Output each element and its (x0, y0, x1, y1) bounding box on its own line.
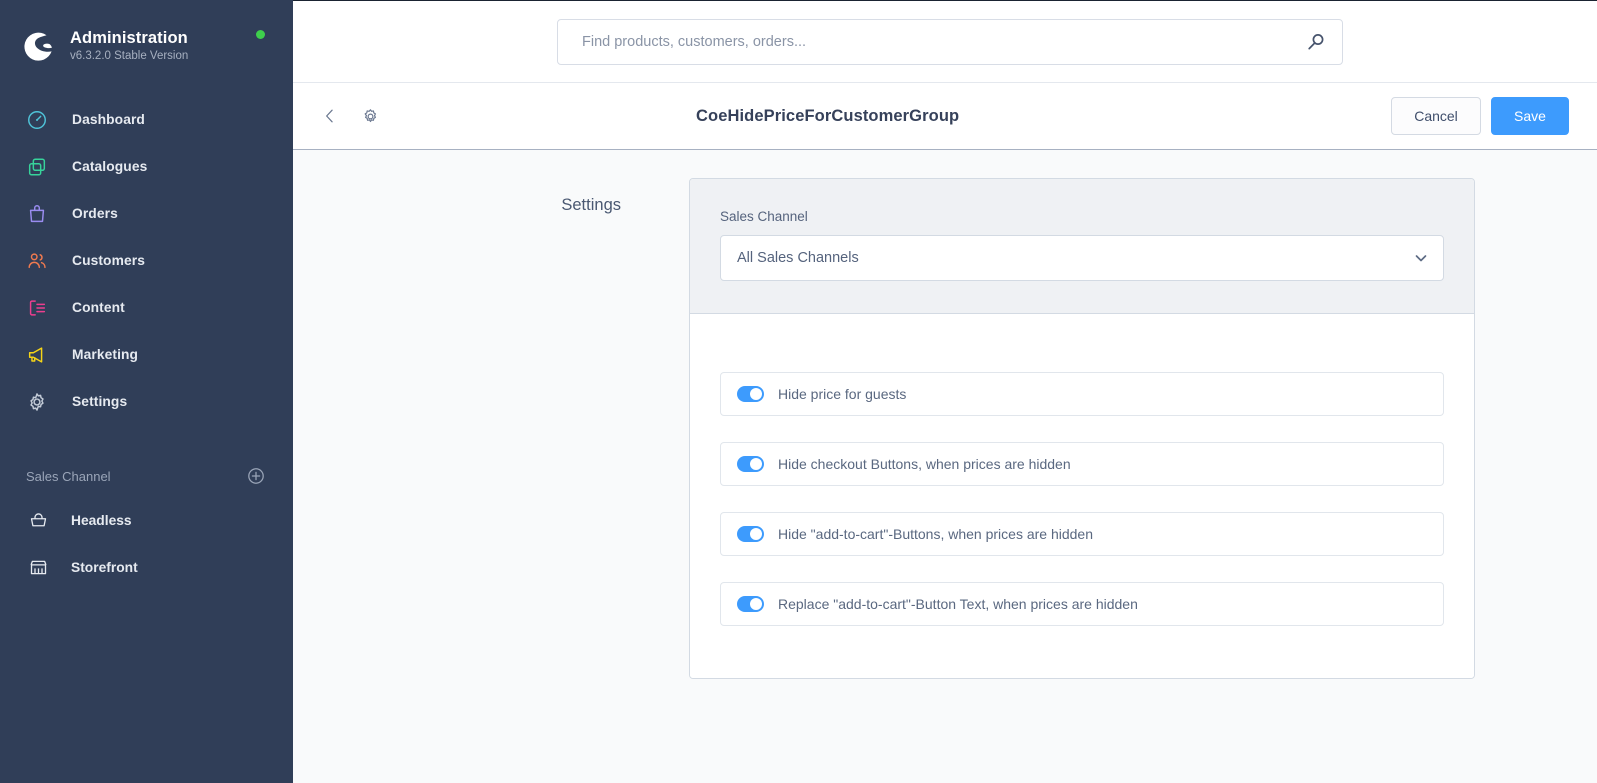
toggle-label: Replace "add-to-cart"-Button Text, when … (778, 596, 1138, 612)
app-root: Administration v6.3.2.0 Stable Version D… (0, 0, 1597, 783)
toolbar-left (317, 103, 383, 129)
main-area: CoeHidePriceForCustomerGroup Cancel Save… (293, 0, 1597, 783)
marketing-megaphone-icon (24, 342, 50, 368)
sidebar: Administration v6.3.2.0 Stable Version D… (0, 0, 293, 783)
chevron-down-icon[interactable] (1413, 250, 1429, 266)
catalogues-copy-icon (24, 154, 50, 180)
brand-title: Administration (70, 28, 188, 47)
search-input[interactable] (582, 33, 1306, 50)
sidebar-item-label: Marketing (72, 347, 139, 362)
settings-row: Settings Sales Channel All Sales Channel… (293, 178, 1597, 679)
toggle-row-hide-add-to-cart-buttons[interactable]: Hide "add-to-cart"-Buttons, when prices … (720, 512, 1444, 556)
sidebar-channel-label: Storefront (71, 560, 138, 575)
sidebar-item-settings[interactable]: Settings (0, 378, 293, 425)
toggle-row-replace-add-to-cart-text[interactable]: Replace "add-to-cart"-Button Text, when … (720, 582, 1444, 626)
storefront-icon (26, 556, 50, 580)
sidebar-item-customers[interactable]: Customers (0, 237, 293, 284)
toggle-knob (750, 458, 762, 470)
sidebar-item-marketing[interactable]: Marketing (0, 331, 293, 378)
orders-bag-icon (24, 201, 50, 227)
sidebar-item-label: Content (72, 300, 125, 315)
top-search-bar (293, 0, 1597, 82)
search-box[interactable] (557, 18, 1343, 65)
toggle-row-hide-checkout-buttons[interactable]: Hide checkout Buttons, when prices are h… (720, 442, 1444, 486)
brand-header: Administration v6.3.2.0 Stable Version (0, 0, 293, 74)
toggle-switch[interactable] (737, 456, 764, 472)
toggle-knob (750, 528, 762, 540)
sidebar-item-catalogues[interactable]: Catalogues (0, 143, 293, 190)
sales-channel-selected-value: All Sales Channels (737, 250, 859, 266)
page-toolbar: CoeHidePriceForCustomerGroup Cancel Save (293, 82, 1597, 150)
sidebar-item-label: Customers (72, 253, 145, 268)
toggle-switch[interactable] (737, 386, 764, 402)
sidebar-item-label: Dashboard (72, 112, 145, 127)
sidebar-nav: Dashboard Catalogues Orders Customers Co… (0, 96, 293, 425)
toggle-switch[interactable] (737, 526, 764, 542)
toggle-label: Hide checkout Buttons, when prices are h… (778, 456, 1071, 472)
status-indicator-dot (256, 30, 265, 39)
sidebar-item-label: Settings (72, 394, 128, 409)
sales-channel-field-label: Sales Channel (720, 209, 808, 224)
shopware-logo-icon (22, 29, 56, 63)
settings-card: Sales Channel All Sales Channels Hide pr… (689, 178, 1475, 679)
brand-version: v6.3.2.0 Stable Version (70, 50, 189, 63)
sidebar-item-label: Orders (72, 206, 118, 221)
toggle-switch[interactable] (737, 596, 764, 612)
toggle-knob (750, 598, 762, 610)
customers-people-icon (24, 248, 50, 274)
brand-text: Administration v6.3.2.0 Stable Version (70, 28, 188, 64)
sidebar-item-dashboard[interactable]: Dashboard (0, 96, 293, 143)
dashboard-gauge-icon (24, 107, 50, 133)
sales-channel-section-header: Sales Channel (0, 455, 293, 497)
sales-channel-section-title: Sales Channel (26, 468, 111, 484)
sales-channel-select[interactable]: All Sales Channels (720, 235, 1444, 281)
toggle-knob (750, 388, 762, 400)
settings-content: Settings Sales Channel All Sales Channel… (293, 150, 1597, 783)
cancel-button[interactable]: Cancel (1391, 97, 1481, 135)
sidebar-item-label: Catalogues (72, 159, 148, 174)
toggle-row-hide-price-for-guests[interactable]: Hide price for guests (720, 372, 1444, 416)
chevron-left-icon[interactable] (317, 103, 343, 129)
search-icon[interactable] (1306, 32, 1326, 52)
content-list-icon (24, 295, 50, 321)
sales-channel-section: Sales Channel All Sales Channels (690, 179, 1474, 314)
sidebar-item-storefront[interactable]: Storefront (0, 544, 293, 591)
sidebar-item-content[interactable]: Content (0, 284, 293, 331)
sidebar-channel-label: Headless (71, 513, 132, 528)
toggles-section: Hide price for guests Hide checkout Butt… (690, 314, 1474, 678)
plus-circle-icon[interactable] (247, 467, 265, 485)
toggle-label: Hide "add-to-cart"-Buttons, when prices … (778, 526, 1093, 542)
save-button[interactable]: Save (1491, 97, 1569, 135)
toolbar-actions: Cancel Save (1391, 97, 1569, 135)
sidebar-item-orders[interactable]: Orders (0, 190, 293, 237)
basket-icon (26, 509, 50, 533)
gear-icon[interactable] (357, 103, 383, 129)
page-title: CoeHidePriceForCustomerGroup (696, 106, 960, 125)
sidebar-item-headless[interactable]: Headless (0, 497, 293, 544)
settings-gear-icon (24, 389, 50, 415)
toggle-label: Hide price for guests (778, 386, 907, 402)
settings-section-label: Settings (561, 196, 621, 214)
